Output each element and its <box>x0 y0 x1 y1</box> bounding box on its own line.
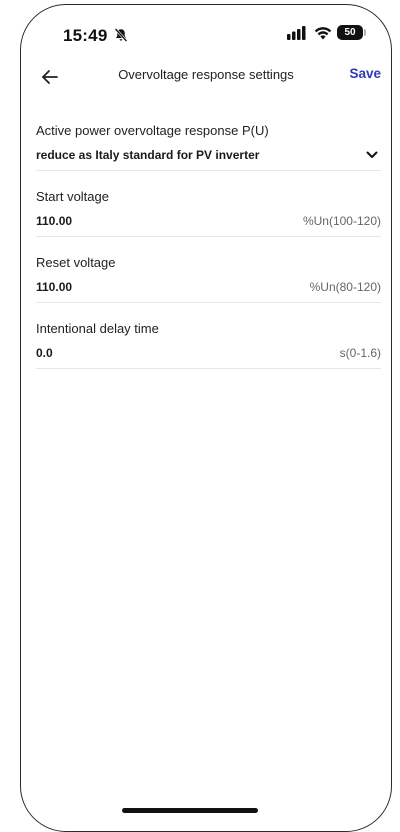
start-voltage-unit: %Un(100-120) <box>302 214 381 228</box>
battery-icon: 50 <box>337 25 367 40</box>
delay-time-label: Intentional delay time <box>36 321 159 336</box>
reset-voltage-value: 110.00 <box>36 280 73 294</box>
page-title: Overvoltage response settings <box>118 67 294 82</box>
status-icons: 50 <box>287 25 367 40</box>
signal-icon <box>287 25 306 40</box>
p-u-response-label: Active power overvoltage response P(U) <box>36 123 269 138</box>
settings-form: Active power overvoltage response P(U) r… <box>36 123 381 387</box>
battery-tip <box>364 29 366 36</box>
status-bar: 15:49 50 <box>21 5 391 57</box>
chevron-down-icon <box>366 151 378 158</box>
home-indicator[interactable] <box>122 808 258 813</box>
status-time: 15:49 <box>63 26 108 45</box>
reset-voltage-field[interactable]: 110.00 %Un(80-120) <box>36 280 381 303</box>
wifi-icon <box>314 26 332 39</box>
reset-voltage-label: Reset voltage <box>36 255 116 270</box>
start-voltage-label: Start voltage <box>36 189 109 204</box>
p-u-response-dropdown[interactable]: reduce as Italy standard for PV inverter <box>36 148 381 171</box>
battery-level: 50 <box>337 25 363 40</box>
start-voltage-field[interactable]: 110.00 %Un(100-120) <box>36 214 381 237</box>
p-u-response-value: reduce as Italy standard for PV inverter <box>36 148 260 162</box>
start-voltage-value: 110.00 <box>36 214 73 228</box>
delay-time-unit: s(0-1.6) <box>339 346 381 360</box>
nav-bar: Overvoltage response settings Save <box>21 57 391 97</box>
delay-time-field[interactable]: 0.0 s(0-1.6) <box>36 346 381 369</box>
phone-frame: 15:49 50 Overvoltage response settings S… <box>20 4 392 832</box>
bell-slash-icon <box>114 28 128 42</box>
delay-time-value: 0.0 <box>36 346 53 360</box>
reset-voltage-unit: %Un(80-120) <box>309 280 381 294</box>
save-button[interactable]: Save <box>349 66 381 81</box>
